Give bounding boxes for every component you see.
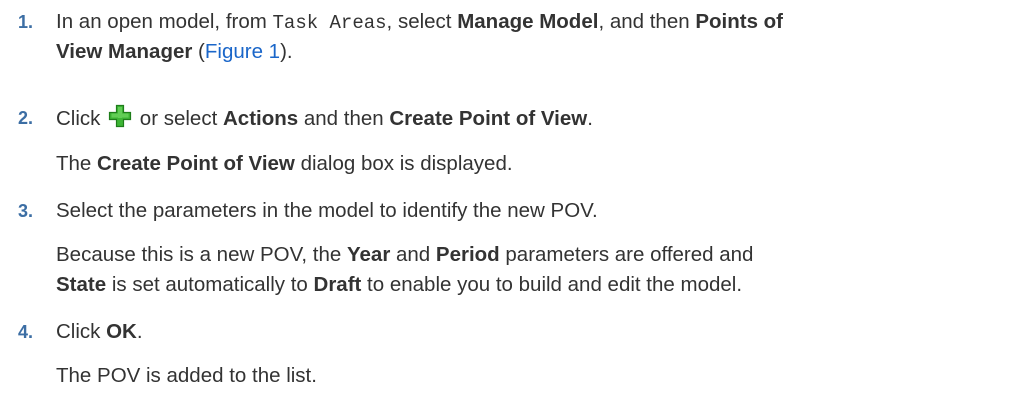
step-text: parameters are offered and: [499, 243, 754, 266]
step-text: , and then: [598, 10, 696, 33]
task-areas-code: Task Areas: [272, 12, 387, 34]
procedure-steps: 1. In an open model, from Task Areas, se…: [0, 0, 1022, 402]
step-text: Click: [56, 107, 107, 130]
step-number: 4.: [18, 322, 34, 342]
step-number: 1.: [18, 12, 34, 32]
step-1-line-2: View Manager (Figure 1).: [56, 38, 293, 66]
step-text: ).: [280, 40, 293, 63]
step-2-line-1: Click or select Actions and then Create …: [56, 104, 593, 133]
points-of-view-manager-label-part2: View Manager: [56, 40, 193, 63]
step-1-line-1: In an open model, from Task Areas, selec…: [56, 8, 783, 37]
step-text: .: [136, 320, 143, 343]
step-3-para-line-1: Because this is a new POV, the Year and …: [56, 241, 753, 269]
step-text: Click: [56, 320, 107, 343]
step-text: .: [587, 107, 593, 130]
create-point-of-view-dialog-label: Create Point of View: [97, 152, 295, 175]
step-text: or select: [134, 107, 223, 130]
step-number: 3.: [18, 201, 34, 221]
step-text: Because this is a new POV, the: [56, 243, 347, 266]
create-point-of-view-label: Create Point of View: [389, 107, 588, 130]
step-text: (: [192, 40, 205, 63]
figure-1-link[interactable]: Figure 1: [205, 40, 280, 63]
year-label: Year: [346, 243, 391, 266]
manage-model-label: Manage Model: [457, 10, 599, 33]
draft-label: Draft: [313, 273, 362, 296]
step-4-line-1: Click OK.: [56, 318, 143, 346]
step-3-para-line-2: State is set automatically to Draft to e…: [56, 271, 742, 299]
state-label: State: [56, 273, 107, 296]
add-plus-icon[interactable]: [108, 104, 132, 128]
step-text: is set automatically to: [106, 273, 314, 296]
step-number: 2.: [18, 108, 34, 128]
period-label: Period: [435, 243, 500, 266]
points-of-view-manager-label-part1: Points of: [695, 10, 784, 33]
step-text: , select: [386, 10, 458, 33]
step-text: to enable you to build and edit the mode…: [361, 273, 743, 296]
step-4-result: The POV is added to the list.: [56, 364, 317, 387]
ok-label: OK: [106, 320, 137, 343]
step-text: dialog box is displayed.: [294, 152, 513, 175]
step-text: The: [56, 152, 98, 175]
step-2-result: The Create Point of View dialog box is d…: [56, 150, 513, 178]
step-text: In an open model, from: [56, 10, 273, 33]
step-3-line-1: Select the parameters in the model to id…: [56, 199, 598, 222]
step-text: and then: [298, 107, 390, 130]
actions-label: Actions: [222, 107, 299, 130]
step-text: and: [390, 243, 436, 266]
